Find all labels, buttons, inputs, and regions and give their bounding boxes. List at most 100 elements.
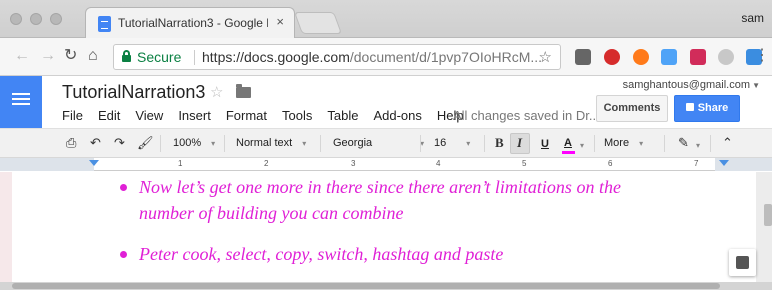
star-document-icon[interactable]: ☆ (210, 83, 223, 101)
document-title[interactable]: TutorialNarration3 (62, 82, 205, 103)
font-select[interactable]: Georgia ▾ (333, 134, 424, 153)
toolbar-divider (160, 135, 161, 152)
close-window-button[interactable] (10, 13, 22, 25)
address-bar[interactable]: Secure https://docs.google.com/document/… (113, 44, 561, 70)
left-indent-marker[interactable] (89, 160, 99, 166)
menu-table[interactable]: Table (327, 108, 358, 123)
menu-format[interactable]: Format (226, 108, 267, 123)
ruler-number: 5 (522, 159, 527, 168)
chevron-down-icon: ▾ (211, 139, 216, 148)
browser-nav-bar: ← → ↻ ⌂ Secure https://docs.google.com/d… (0, 38, 772, 76)
explore-button-icon[interactable] (729, 249, 756, 276)
browser-tab-bar: TutorialNarration3 - Google Dc × sam (0, 0, 772, 38)
toolbar-divider (664, 135, 665, 152)
ruler-number: 3 (351, 159, 356, 168)
menu-file[interactable]: File (62, 108, 83, 123)
undo-icon[interactable]: ↶ (90, 134, 101, 152)
more-label: More (604, 137, 630, 149)
extension-docs-icon[interactable] (661, 49, 677, 65)
maximize-window-button[interactable] (50, 13, 62, 25)
home-icon[interactable]: ⌂ (88, 47, 98, 65)
text-color-button[interactable]: A (564, 134, 572, 152)
docs-menu-bar: File Edit View Insert Format Tools Table… (62, 108, 479, 123)
account-caret-icon[interactable]: ▼ (752, 81, 760, 90)
chevron-down-icon: ▾ (302, 139, 307, 148)
menu-view[interactable]: View (135, 108, 163, 123)
print-icon[interactable]: ⎙ (66, 134, 76, 152)
editing-mode-pen-icon[interactable]: ✎ (678, 134, 689, 152)
font-size-value: 16 (434, 137, 447, 149)
bullet-text-line[interactable]: number of building you can combine (139, 201, 403, 225)
chevron-down-icon: ▾ (639, 139, 644, 148)
folder-icon[interactable] (236, 84, 251, 98)
extension-cloud-icon[interactable] (718, 49, 734, 65)
horizontal-scrollbar-thumb[interactable] (12, 283, 720, 289)
font-value: Georgia (333, 137, 373, 149)
text-color-swatch (562, 151, 575, 154)
back-arrow-icon[interactable]: ← (14, 47, 30, 65)
vertical-scrollbar-thumb[interactable] (764, 204, 772, 226)
style-select[interactable]: Normal text ▾ (236, 134, 306, 153)
save-status[interactable]: All changes saved in Dr... (453, 108, 600, 123)
ruler-number: 4 (436, 159, 441, 168)
forward-arrow-icon[interactable]: → (40, 47, 56, 65)
bullet-dot (120, 184, 127, 191)
minimize-window-button[interactable] (30, 13, 42, 25)
toolbar-divider (224, 135, 225, 152)
address-divider (194, 50, 195, 65)
menu-tools[interactable]: Tools (282, 108, 312, 123)
ruler-number: 7 (694, 159, 699, 168)
underline-button[interactable]: U (541, 135, 549, 153)
page-left-edge (0, 172, 12, 282)
toolbar-divider (594, 135, 595, 152)
italic-button[interactable]: I (517, 134, 522, 152)
zoom-select[interactable]: 100% ▾ (173, 134, 215, 153)
browser-menu-icon[interactable]: ⋮ (754, 47, 770, 65)
google-docs-favicon-icon (98, 16, 111, 32)
style-value: Normal text (236, 137, 293, 149)
browser-tab[interactable]: TutorialNarration3 - Google Dc × (85, 7, 295, 38)
bookmark-star-icon[interactable]: ☆ (539, 48, 552, 66)
ruler[interactable]: 1 2 3 4 5 6 7 (0, 158, 772, 171)
menu-add-ons[interactable]: Add-ons (373, 108, 421, 123)
bullet-dot (120, 251, 127, 258)
new-tab-button[interactable] (293, 12, 343, 34)
bullet-text-line[interactable]: Now let’s get one more in there since th… (139, 175, 621, 199)
secure-label: Secure (137, 49, 182, 65)
ruler-left-margin (0, 158, 94, 171)
right-indent-marker[interactable] (719, 160, 729, 166)
extension-translate-icon[interactable] (575, 49, 591, 65)
lock-icon (122, 50, 131, 62)
profile-name[interactable]: sam (741, 11, 764, 25)
tab-close-icon[interactable]: × (276, 14, 284, 29)
redo-icon[interactable]: ↷ (114, 134, 125, 152)
ruler-number: 2 (264, 159, 269, 168)
extension-bars-icon[interactable] (690, 49, 706, 65)
document-page[interactable]: Now let’s get one more in there since th… (0, 172, 756, 282)
toolbar-divider (320, 135, 321, 152)
menu-edit[interactable]: Edit (98, 108, 120, 123)
menu-insert[interactable]: Insert (178, 108, 211, 123)
horizontal-scrollbar[interactable] (0, 282, 772, 290)
docs-home-icon[interactable] (0, 76, 42, 128)
chevron-down-icon: ▾ (466, 139, 471, 148)
formatting-toolbar: ⎙ ↶ ↷ 🖌 100% ▾ Normal text ▾ Georgia ▾ 16 ▾ … (0, 128, 772, 158)
collapse-toolbar-icon[interactable]: ⌃ (722, 134, 733, 152)
share-button[interactable]: Share (674, 95, 740, 122)
ruler-number: 1 (178, 159, 183, 168)
comments-button[interactable]: Comments (596, 95, 668, 122)
bold-button[interactable]: B (495, 134, 504, 152)
chevron-down-icon[interactable]: ▾ (580, 137, 584, 155)
extension-pinterest-icon[interactable] (604, 49, 620, 65)
paint-format-icon[interactable]: 🖌 (137, 134, 154, 152)
reload-icon[interactable]: ↻ (64, 47, 77, 65)
extension-orange-icon[interactable] (633, 49, 649, 65)
chevron-down-icon[interactable]: ▾ (696, 137, 700, 155)
document-canvas: Now let’s get one more in there since th… (0, 172, 772, 282)
url-text[interactable]: https://docs.google.com/document/d/1pvp7… (202, 49, 542, 65)
bullet-text-line[interactable]: Peter cook, select, copy, switch, hashta… (139, 242, 503, 266)
share-label: Share (697, 102, 729, 114)
font-size-select[interactable]: 16 ▾ (434, 134, 470, 153)
account-email[interactable]: samghantous@gmail.com (623, 79, 750, 91)
more-button[interactable]: More ▾ (604, 134, 643, 153)
